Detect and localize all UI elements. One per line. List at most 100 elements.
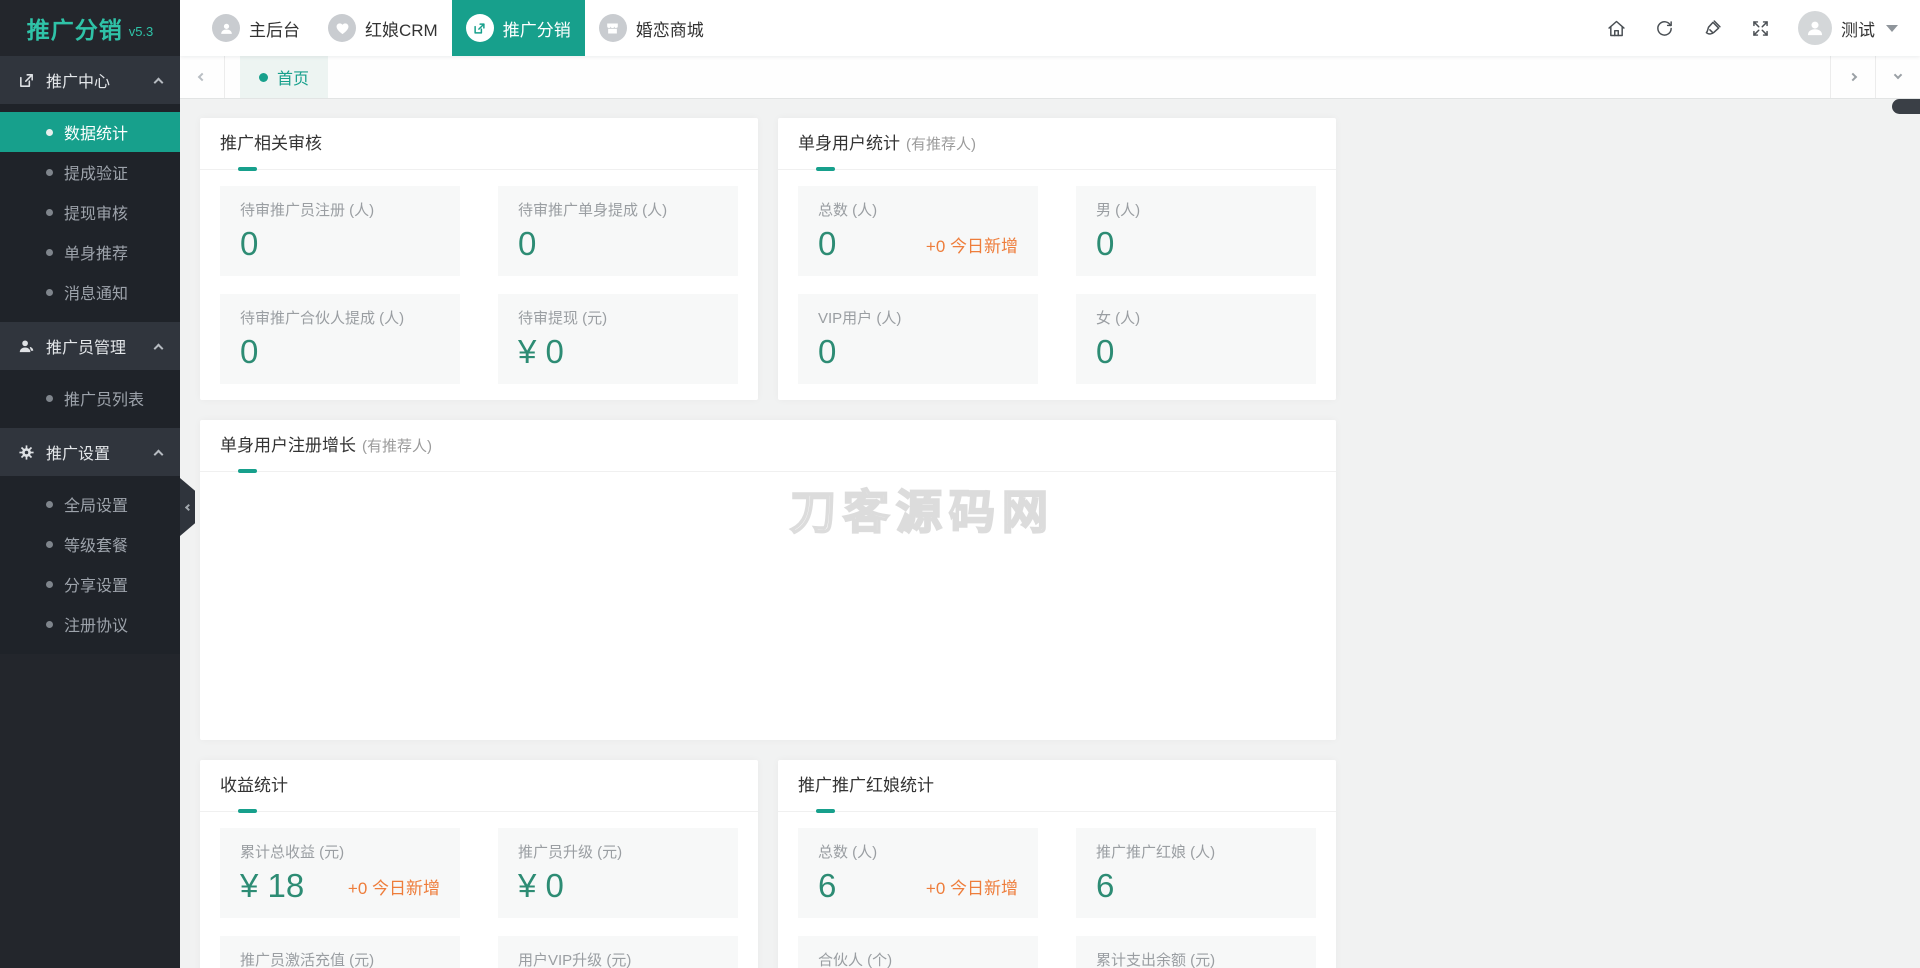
sidebar-item-global-settings[interactable]: 全局设置: [0, 484, 180, 524]
stat-box: 待审推广员注册 (人) 0: [220, 186, 460, 276]
sidebar-item-level-package[interactable]: 等级套餐: [0, 524, 180, 564]
stat-box: 推广推广红娘 (人) 6: [1076, 828, 1316, 918]
sidebar-item-single-recommend[interactable]: 单身推荐: [0, 232, 180, 272]
submenu-promoter-management: 推广员列表: [0, 370, 180, 428]
bullet-icon: [46, 248, 53, 256]
stat-label: 推广员升级 (元): [518, 844, 623, 861]
floating-widget[interactable]: [1892, 99, 1920, 114]
cards-row-1: 推广相关审核 待审推广员注册 (人) 0 待审推广单身提成 (人) 0 待审推广…: [200, 118, 1336, 400]
shop-icon: [598, 14, 627, 42]
fullscreen-icon[interactable]: [1750, 18, 1771, 39]
sidebar-item-data-statistics[interactable]: 数据统计: [0, 112, 180, 152]
card-body: 待审推广员注册 (人) 0 待审推广单身提成 (人) 0 待审推广合伙人提成 (…: [200, 170, 758, 400]
stat-box: 推广员升级 (元) ¥ 0: [498, 828, 738, 918]
stat-box: 待审推广单身提成 (人) 0: [498, 186, 738, 276]
stat-value: 0: [240, 225, 259, 262]
stat-extra: +0 今日新增: [925, 879, 1018, 898]
main-content: 推广相关审核 待审推广员注册 (人) 0 待审推广单身提成 (人) 0 待审推广…: [180, 99, 1920, 968]
topnav-tab-label: 红娘CRM: [365, 20, 438, 40]
app-title: 推广分销: [26, 17, 123, 43]
stat-value: ¥ 0: [518, 867, 564, 904]
sidebar-item-withdraw-review[interactable]: 提现审核: [0, 192, 180, 232]
sidebar-item-label: 单身推荐: [64, 246, 129, 263]
stat-extra: +0 今日新增: [925, 237, 1018, 256]
chevron-up-icon: [153, 449, 164, 459]
sidebar-item-label: 数据统计: [64, 126, 129, 143]
sidebar-item-label: 推广员列表: [64, 392, 145, 409]
topnav-tab-promotion-distribution[interactable]: 推广分销: [451, 0, 585, 56]
bullet-icon: [46, 288, 53, 296]
stat-box: 女 (人) 0: [1076, 294, 1316, 384]
title-dash: [238, 809, 257, 813]
cards-row-3: 收益统计 累计总收益 (元) ¥ 18 +0 今日新增 推广员升级 (元) ¥ 0…: [200, 760, 1336, 968]
card-title: 推广推广红娘统计: [798, 776, 934, 795]
sidebar-item-label: 分享设置: [64, 578, 129, 595]
sidebar-item-label: 消息通知: [64, 286, 129, 303]
user-menu[interactable]: 测试: [1798, 11, 1898, 45]
chevron-right-icon: [1848, 72, 1858, 82]
card-registration-growth-chart: 单身用户注册增长 (有推荐人) 刀客源码网: [200, 420, 1336, 740]
sidebar-item-register-agreement[interactable]: 注册协议: [0, 604, 180, 644]
sidebar-group-label: 推广设置: [46, 446, 111, 463]
sidebar-item-label: 提现审核: [64, 206, 129, 223]
bullet-icon: [46, 128, 53, 136]
bullet-icon: [46, 500, 53, 508]
topnav-tab-matchmaker-crm[interactable]: 红娘CRM: [314, 0, 452, 56]
stat-value: 0: [818, 225, 837, 262]
tabs-menu-button[interactable]: [1875, 56, 1920, 98]
card-header: 单身用户统计 (有推荐人): [778, 118, 1336, 171]
stat-label: 男 (人): [1096, 202, 1141, 219]
gear-icon: [18, 444, 35, 461]
stat-label: 女 (人): [1096, 310, 1141, 327]
stat-value: 0: [1096, 333, 1115, 370]
tabs-spacer: [328, 56, 1830, 98]
sidebar-group-promoter-management[interactable]: 推广员管理: [0, 322, 180, 370]
topnav-tab-marriage-mall[interactable]: 婚恋商城: [585, 0, 718, 56]
sidebar-item-commission-verify[interactable]: 提成验证: [0, 152, 180, 192]
stat-label: 推广推广红娘 (人): [1096, 844, 1216, 861]
bullet-icon: [46, 620, 53, 628]
stat-box: 合伙人 (个) 0: [798, 936, 1038, 968]
chevron-left-icon: [197, 72, 207, 82]
sidebar-item-message-notice[interactable]: 消息通知: [0, 272, 180, 312]
stat-label: 待审推广员注册 (人): [240, 202, 375, 219]
stat-label: 待审提现 (元): [518, 310, 608, 327]
submenu-promotion-center: 数据统计 提成验证 提现审核 单身推荐 消息通知: [0, 104, 180, 322]
admin-user-icon: [212, 14, 240, 42]
stat-box: 推广员激活充值 (元) ¥ 0: [220, 936, 460, 968]
submenu-promotion-settings: 全局设置 等级套餐 分享设置 注册协议: [0, 476, 180, 654]
sidebar-item-share-settings[interactable]: 分享设置: [0, 564, 180, 604]
home-icon[interactable]: [1606, 18, 1627, 39]
stat-box: 总数 (人) 0 +0 今日新增: [798, 186, 1038, 276]
card-header: 单身用户注册增长 (有推荐人): [200, 420, 1336, 473]
bullet-icon: [46, 208, 53, 216]
tab-home[interactable]: 首页: [240, 56, 329, 98]
chevron-down-icon: [1893, 70, 1903, 80]
bullet-icon: [46, 580, 53, 588]
sidebar-item-label: 等级套餐: [64, 538, 129, 555]
stat-value: 0: [1096, 225, 1115, 262]
stat-box: 男 (人) 0: [1076, 186, 1316, 276]
topnav-tab-label: 主后台: [249, 20, 300, 40]
stat-box: 待审推广合伙人提成 (人) 0: [220, 294, 460, 384]
card-matchmaker-promotion-stats: 推广推广红娘统计 总数 (人) 6 +0 今日新增 推广推广红娘 (人) 6 合伙…: [778, 760, 1336, 968]
chevron-up-icon: [153, 77, 164, 87]
sidebar-item-promoter-list[interactable]: 推广员列表: [0, 378, 180, 418]
clear-cache-brush-icon[interactable]: [1702, 18, 1723, 39]
tabs-scroll-left-button[interactable]: [180, 56, 225, 98]
navbar-actions: 测试: [1606, 0, 1898, 56]
tabs-scroll-right-button[interactable]: [1830, 56, 1875, 98]
title-dash: [238, 167, 257, 171]
chevron-left-icon: [184, 503, 193, 511]
cards-row-2: 单身用户注册增长 (有推荐人) 刀客源码网: [200, 420, 1336, 740]
card-body: 总数 (人) 0 +0 今日新增 男 (人) 0 VIP用户 (人) 0 女 (人…: [778, 170, 1336, 400]
stat-label: 待审推广单身提成 (人): [518, 202, 668, 219]
app-logo: 推广分销 v5.3: [0, 0, 180, 56]
refresh-icon[interactable]: [1654, 18, 1675, 39]
topnav-tab-main-admin[interactable]: 主后台: [198, 0, 314, 56]
sidebar-group-promotion-settings[interactable]: 推广设置: [0, 428, 180, 476]
sidebar-group-promotion-center[interactable]: 推广中心: [0, 56, 180, 104]
card-header: 推广推广红娘统计: [778, 760, 1336, 813]
stat-box: 累计支出余额 (元) ¥ 0: [1076, 936, 1316, 968]
topnav-tab-label: 婚恋商城: [635, 20, 704, 40]
